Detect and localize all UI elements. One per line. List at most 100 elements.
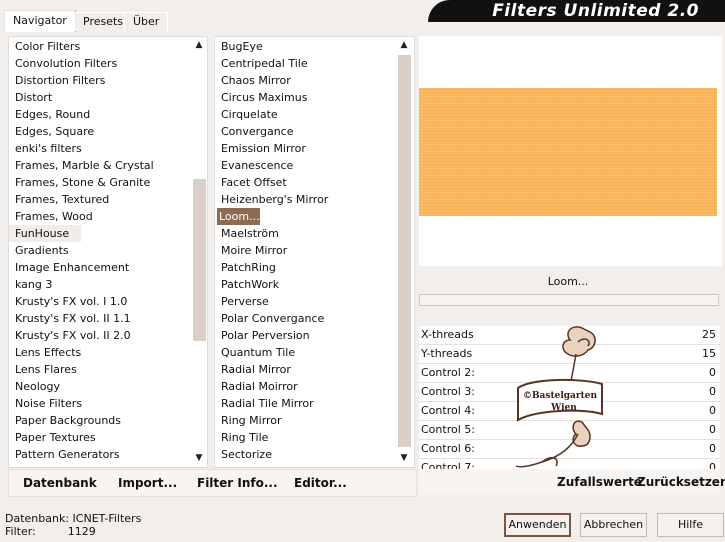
control-value[interactable]: 15 [702, 345, 716, 363]
control-label: Control 5: [421, 423, 475, 436]
category-item[interactable]: Image Enhancement [9, 259, 191, 276]
control-label: X-threads [421, 328, 474, 341]
category-item[interactable]: Gradients [9, 242, 191, 259]
progress-bar [419, 294, 719, 306]
category-item[interactable]: Krusty's FX vol. I 1.0 [9, 293, 191, 310]
category-item[interactable]: Lens Flares [9, 361, 191, 378]
filter-item[interactable]: Facet Offset [215, 174, 397, 191]
control-value[interactable]: 0 [709, 383, 716, 401]
category-item[interactable]: Paper Textures [9, 429, 191, 446]
filter-item[interactable]: PatchWork [215, 276, 397, 293]
filter-item[interactable]: Polar Perversion [215, 327, 397, 344]
category-item[interactable]: Neology [9, 378, 191, 395]
filter-item[interactable]: Ring Mirror [215, 412, 397, 429]
category-item[interactable]: Frames, Wood [9, 208, 191, 225]
filter-item[interactable]: Centripedal Tile [215, 55, 397, 72]
db-label: Datenbank: [5, 512, 70, 525]
control-label: Control 3: [421, 385, 475, 398]
filter-item[interactable]: Ring Tile [215, 429, 397, 446]
category-item[interactable]: Distort [9, 89, 191, 106]
scroll-thumb[interactable] [398, 55, 411, 447]
filter-item[interactable]: Cirquelate [215, 106, 397, 123]
filter-item[interactable]: Radial Mirror [215, 361, 397, 378]
db-value: ICNET-Filters [72, 512, 142, 525]
category-list[interactable]: Color Filters Convolution Filters Distorti… [8, 36, 208, 468]
control-label: Control 4: [421, 404, 475, 417]
scroll-up-icon[interactable]: ▲ [192, 40, 206, 50]
category-item[interactable]: FunHouse [9, 225, 81, 242]
filter-item[interactable]: Emission Mirror [215, 140, 397, 157]
filter-item[interactable]: Chaos Mirror [215, 72, 397, 89]
scroll-down-icon[interactable]: ▼ [192, 453, 206, 463]
filter-item[interactable]: Circus Maximus [215, 89, 397, 106]
category-item[interactable]: Paper Backgrounds [9, 412, 191, 429]
scroll-up-icon[interactable]: ▲ [397, 40, 411, 50]
filter-info-button[interactable]: Filter Info... [197, 470, 278, 496]
filter-item[interactable]: Sectorize [215, 446, 397, 463]
watermark-line1: ©Bastelgarten [523, 391, 598, 401]
category-item[interactable]: kang 3 [9, 276, 191, 293]
app-title: Filters Unlimited 2.0 [492, 1, 699, 21]
filter-item[interactable]: Radial Moirror [215, 378, 397, 395]
tab-uber[interactable]: Über [124, 12, 169, 31]
help-button[interactable]: Hilfe [657, 513, 724, 537]
filter-item[interactable]: Maelström [215, 225, 397, 242]
filter-item[interactable]: Heizenberg's Mirror [215, 191, 397, 208]
category-item[interactable]: Lens Effects [9, 344, 191, 361]
category-item[interactable]: Distortion Filters [9, 72, 191, 89]
category-item[interactable]: Krusty's FX vol. II 2.0 [9, 327, 191, 344]
status-info: Datenbank: ICNET-Filters Filter: 1129 [5, 512, 141, 538]
filter-item[interactable]: Polar Convergance [215, 310, 397, 327]
filter-item[interactable]: Evanescence [215, 157, 397, 174]
control-value[interactable]: 0 [709, 364, 716, 382]
category-item[interactable]: Noise Filters [9, 395, 191, 412]
category-item[interactable]: Pattern Generators [9, 446, 191, 463]
filter-item[interactable]: Quantum Tile [215, 344, 397, 361]
preview-filter-name: Loom... [547, 275, 589, 288]
control-value[interactable]: 0 [709, 402, 716, 420]
filter-list[interactable]: BugEye Centripedal Tile Chaos Mirror Circus… [214, 36, 415, 468]
reset-button[interactable]: Zurücksetzen [637, 469, 725, 495]
preview-image [419, 88, 717, 216]
bottom-toolbar: Datenbank Import... Filter Info... Edito… [8, 469, 417, 497]
category-item[interactable]: Edges, Round [9, 106, 191, 123]
filter-item[interactable]: Convergance [215, 123, 397, 140]
category-item[interactable]: Frames, Marble & Crystal [9, 157, 191, 174]
category-item[interactable]: Convolution Filters [9, 55, 191, 72]
watermark-logo: ©Bastelgarten Wien [515, 326, 603, 468]
database-button[interactable]: Datenbank [23, 470, 97, 496]
category-scrollbar[interactable]: ▲ ▼ [192, 37, 206, 467]
editor-button[interactable]: Editor... [294, 470, 347, 496]
apply-button[interactable]: Anwenden [504, 513, 571, 537]
control-label: Y-threads [421, 347, 473, 360]
filter-count-value: 1129 [67, 525, 96, 538]
control-actions: Zufallswerte Zurücksetzen [419, 469, 725, 495]
category-item[interactable]: enki's filters [9, 140, 191, 157]
import-button[interactable]: Import... [118, 470, 177, 496]
category-item[interactable]: Krusty's FX vol. II 1.1 [9, 310, 191, 327]
filter-scrollbar[interactable]: ▲ ▼ [397, 37, 411, 467]
scroll-down-icon[interactable]: ▼ [397, 453, 411, 463]
randomize-button[interactable]: Zufallswerte [557, 469, 642, 495]
filter-item[interactable]: Perverse [215, 293, 397, 310]
filter-count-label: Filter: [5, 525, 36, 538]
preview-pane [419, 36, 722, 266]
category-item[interactable]: Frames, Stone & Granite [9, 174, 191, 191]
control-label: Control 2: [421, 366, 475, 379]
watermark-line2: Wien [550, 403, 577, 413]
filter-item[interactable]: BugEye [215, 38, 397, 55]
tab-navigator[interactable]: Navigator [4, 10, 76, 32]
category-item[interactable]: Color Filters [9, 38, 191, 55]
cancel-button[interactable]: Abbrechen [580, 513, 647, 537]
filter-item[interactable]: Moire Mirror [215, 242, 397, 259]
scroll-thumb[interactable] [193, 179, 206, 341]
category-item[interactable]: Frames, Textured [9, 191, 191, 208]
control-value[interactable]: 0 [709, 421, 716, 439]
filter-item[interactable]: Loom... [217, 208, 260, 225]
category-item[interactable]: Edges, Square [9, 123, 191, 140]
control-value[interactable]: 25 [702, 326, 716, 344]
control-value[interactable]: 0 [709, 440, 716, 458]
filter-item[interactable]: Radial Tile Mirror [215, 395, 397, 412]
filter-item[interactable]: PatchRing [215, 259, 397, 276]
title-bar: Filters Unlimited 2.0 [428, 0, 725, 22]
